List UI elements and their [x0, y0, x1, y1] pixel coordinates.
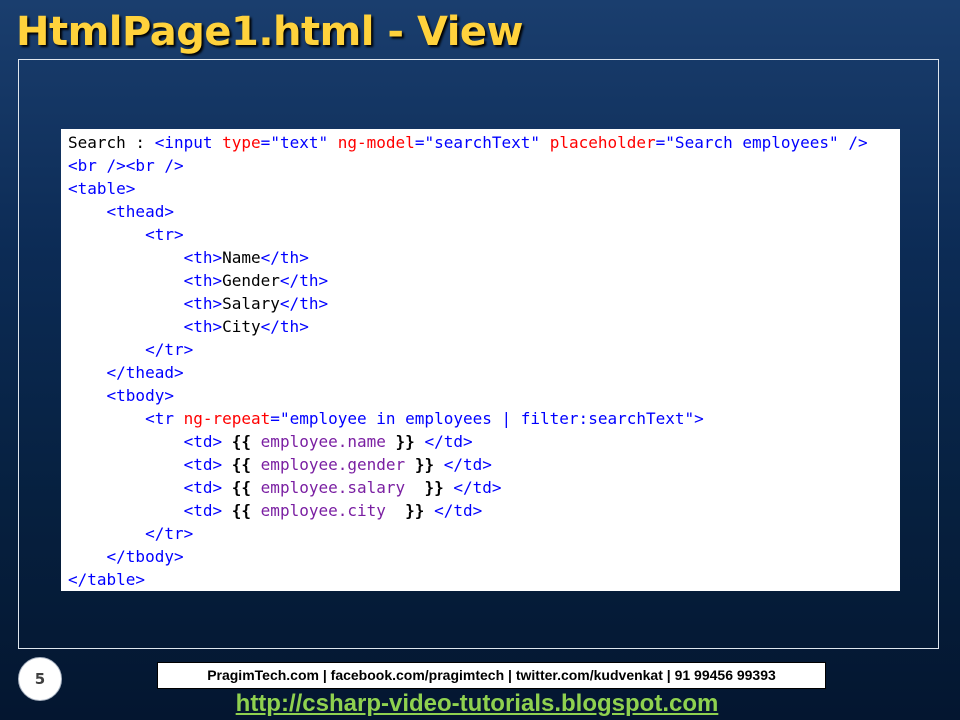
- code-token: </td>: [434, 501, 483, 520]
- code-token: <br /><br />: [68, 156, 184, 175]
- code-token: =: [260, 133, 271, 152]
- code-line: <tr>: [68, 223, 900, 246]
- code-token: Search :: [68, 133, 155, 152]
- code-token: />: [848, 133, 868, 152]
- code-token: <input: [154, 133, 223, 152]
- code-token: </tr>: [145, 524, 194, 543]
- code-token: ng-repeat: [183, 409, 271, 428]
- code-token: <th>: [183, 317, 223, 336]
- code-line: <th>Gender</th>: [68, 269, 900, 292]
- code-line: <td> {{ employee.name }} </td>: [68, 430, 900, 453]
- code-token: "searchText": [424, 133, 550, 152]
- code-token: <td>: [183, 455, 223, 474]
- code-token: {{: [231, 478, 252, 497]
- code-token: type: [222, 133, 261, 152]
- code-line: <thead>: [68, 200, 900, 223]
- code-token: <table>: [68, 179, 136, 198]
- code-token: </th>: [279, 271, 329, 290]
- code-line: </tbody>: [68, 545, 900, 568]
- code-token: </td>: [443, 455, 492, 474]
- code-line: <td> {{ employee.salary }} </td>: [68, 476, 900, 499]
- code-token: <thead>: [106, 202, 174, 221]
- code-token: {{: [231, 432, 252, 451]
- code-token: "Search employees": [665, 133, 849, 152]
- code-token: <td>: [183, 478, 223, 497]
- code-token: "employee in employees | filter:searchTe…: [279, 409, 695, 428]
- contact-bar: PragimTech.com | facebook.com/pragimtech…: [157, 662, 826, 689]
- code-token: >: [694, 409, 704, 428]
- code-line: </tr>: [68, 522, 900, 545]
- code-snippet-panel: Search : <input type="text" ng-model="se…: [61, 129, 900, 591]
- code-line: <td> {{ employee.gender }} </td>: [68, 453, 900, 476]
- code-token: </tr>: [145, 340, 194, 359]
- code-line: <tbody>: [68, 384, 900, 407]
- code-token: City: [222, 317, 261, 336]
- code-token: placeholder: [549, 133, 656, 152]
- code-token: Gender: [222, 271, 280, 290]
- code-line: <th>Name</th>: [68, 246, 900, 269]
- code-token: }}: [395, 432, 415, 451]
- code-token: }}: [414, 455, 435, 474]
- code-line: <br /><br />: [68, 154, 900, 177]
- code-token: </th>: [260, 248, 309, 267]
- code-token: =: [270, 409, 280, 428]
- code-token: <th>: [183, 271, 223, 290]
- code-token: <tr>: [145, 225, 184, 244]
- code-token: </thead>: [106, 363, 184, 382]
- code-line: <td> {{ employee.city }} </td>: [68, 499, 900, 522]
- code-token: </table>: [68, 570, 146, 589]
- code-token: {{: [231, 501, 252, 520]
- code-token: </tbody>: [106, 547, 184, 566]
- code-token: <tr: [145, 409, 184, 428]
- code-line: <tr ng-repeat="employee in employees | f…: [68, 407, 900, 430]
- code-token: ng-model: [337, 133, 415, 152]
- code-token: "text": [270, 133, 338, 152]
- code-line: </thead>: [68, 361, 900, 384]
- code-token: employee.salary: [260, 478, 406, 497]
- code-token: <td>: [183, 432, 223, 451]
- code-token: }}: [424, 478, 444, 497]
- code-token: </th>: [260, 317, 309, 336]
- code-token: }}: [405, 501, 425, 520]
- code-token: <th>: [183, 294, 223, 313]
- code-token: </td>: [453, 478, 502, 497]
- code-token: employee.gender: [260, 455, 406, 474]
- code-token: =: [414, 133, 425, 152]
- code-token: Salary: [222, 294, 280, 313]
- code-line: Search : <input type="text" ng-model="se…: [68, 131, 900, 154]
- code-token: employee.name: [260, 432, 386, 451]
- code-line: <th>City</th>: [68, 315, 900, 338]
- code-token: <td>: [183, 501, 223, 520]
- code-token: <tbody>: [106, 386, 174, 405]
- code-line: </table>: [68, 568, 900, 591]
- code-line: <table>: [68, 177, 900, 200]
- code-token: </th>: [279, 294, 329, 313]
- code-token: employee.city: [260, 501, 386, 520]
- code-line: </tr>: [68, 338, 900, 361]
- code-token: =: [655, 133, 666, 152]
- code-line: <th>Salary</th>: [68, 292, 900, 315]
- slide-title: HtmlPage1.html - View: [16, 9, 524, 55]
- code-token: Name: [222, 248, 261, 267]
- code-token: </td>: [424, 432, 473, 451]
- code-token: {{: [231, 455, 252, 474]
- code-token: <th>: [183, 248, 223, 267]
- blog-link[interactable]: http://csharp-video-tutorials.blogspot.c…: [0, 689, 954, 719]
